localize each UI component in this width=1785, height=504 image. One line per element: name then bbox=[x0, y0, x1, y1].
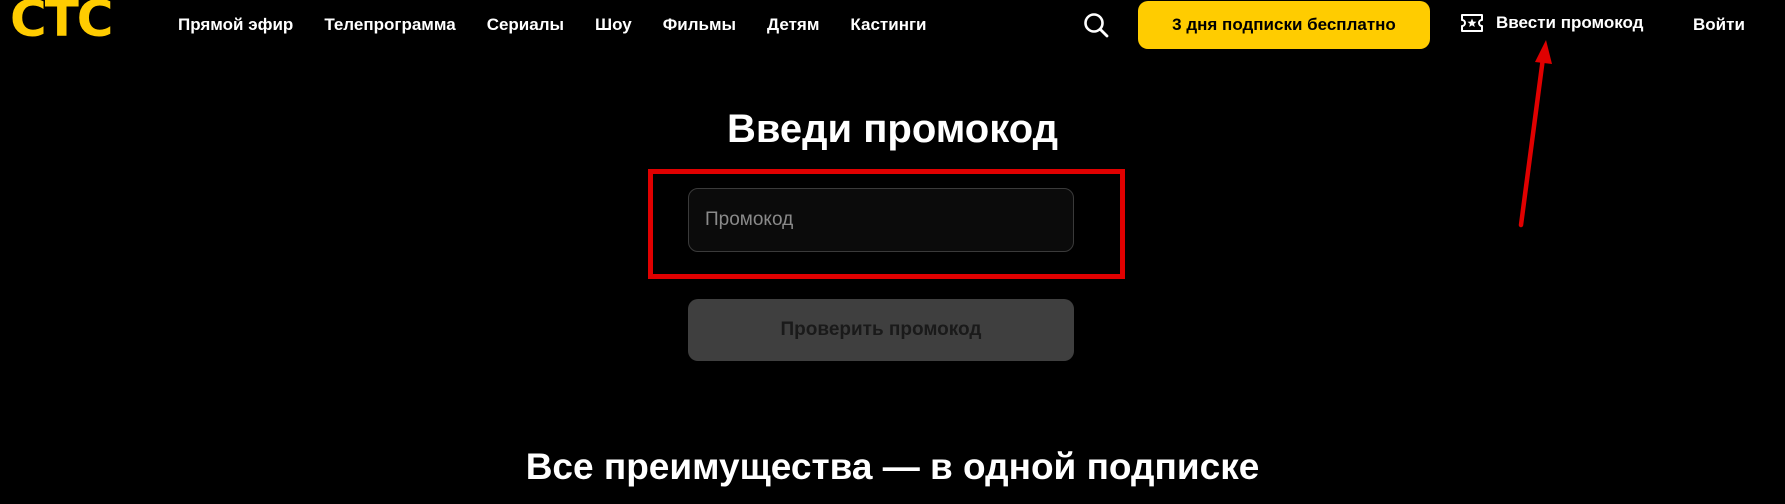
check-promo-button[interactable]: Проверить промокод bbox=[688, 299, 1074, 361]
search-icon[interactable] bbox=[1082, 11, 1110, 39]
subscription-benefits-heading: Все преимущества — в одной подписке bbox=[525, 446, 1260, 487]
nav-item-series[interactable]: Сериалы bbox=[487, 15, 564, 35]
logo[interactable]: СТС bbox=[10, 0, 113, 44]
login-link[interactable]: Войти bbox=[1693, 15, 1745, 35]
nav-item-tv-program[interactable]: Телепрограмма bbox=[324, 15, 455, 35]
site-header: СТС Прямой эфир Телепрограмма Сериалы Шо… bbox=[0, 0, 1785, 50]
enter-promo-link[interactable]: Ввести промокод bbox=[1460, 13, 1643, 33]
free-trial-button[interactable]: 3 дня подписки бесплатно bbox=[1138, 1, 1430, 49]
page: СТС Прямой эфир Телепрограмма Сериалы Шо… bbox=[0, 0, 1785, 504]
nav-item-castings[interactable]: Кастинги bbox=[850, 15, 926, 35]
enter-promo-label: Ввести промокод bbox=[1496, 13, 1644, 32]
ticket-star-icon bbox=[1461, 14, 1483, 32]
nav-item-movies[interactable]: Фильмы bbox=[663, 15, 736, 35]
main-nav: Прямой эфир Телепрограмма Сериалы Шоу Фи… bbox=[178, 15, 958, 35]
nav-item-kids[interactable]: Детям bbox=[767, 15, 819, 35]
page-title: Введи промокод bbox=[726, 107, 1059, 151]
promo-code-input[interactable] bbox=[688, 188, 1074, 252]
nav-item-shows[interactable]: Шоу bbox=[595, 15, 632, 35]
annotation-arrow bbox=[1518, 40, 1552, 228]
nav-item-live[interactable]: Прямой эфир bbox=[178, 15, 293, 35]
